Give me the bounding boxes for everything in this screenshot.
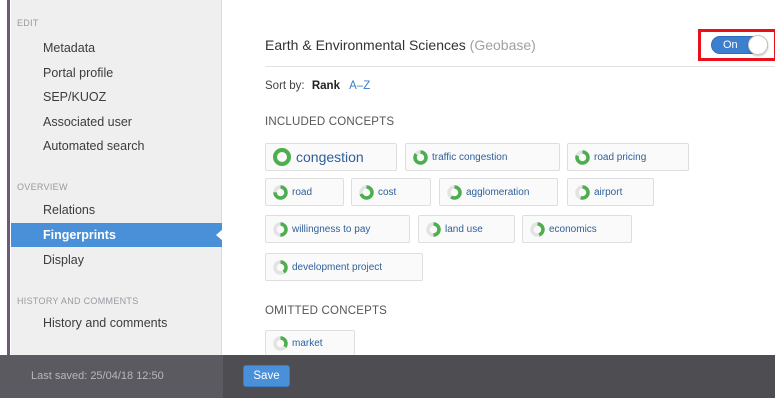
footer-status-area: Last saved: 25/04/18 12:50: [0, 355, 223, 398]
title-divider: [265, 66, 775, 67]
concept-label: airport: [594, 186, 623, 198]
concept-chip[interactable]: airport: [567, 178, 654, 206]
sidebar-item-sep-kuoz[interactable]: SEP/KUOZ: [17, 85, 222, 109]
concept-label: development project: [292, 261, 383, 273]
concept-chip[interactable]: willingness to pay: [265, 215, 410, 243]
concept-chip[interactable]: land use: [418, 215, 515, 243]
sort-option-a-z[interactable]: A–Z: [349, 80, 370, 92]
sidebar-item-relations[interactable]: Relations: [17, 198, 222, 222]
toggle-label: On: [723, 39, 738, 51]
concept-label: market: [292, 337, 323, 349]
toggle-knob[interactable]: [748, 35, 768, 55]
sidebar-item-portal-profile[interactable]: Portal profile: [17, 61, 222, 85]
concept-label: congestion: [296, 149, 364, 165]
concept-weight-donut-icon: [426, 221, 441, 237]
sidebar-item-metadata[interactable]: Metadata: [17, 36, 222, 60]
save-button[interactable]: Save: [243, 365, 290, 387]
sidebar-item-fingerprints[interactable]: Fingerprints: [11, 223, 223, 247]
sidebar-section-overview: OVERVIEW: [17, 182, 68, 192]
sidebar-item-history-and-comments[interactable]: History and comments: [17, 311, 222, 335]
concept-weight-donut-icon: [273, 184, 288, 200]
concept-weight-donut-icon: [273, 335, 288, 351]
toggle-highlight-frame: On: [698, 29, 775, 61]
sort-controls: Sort by: Rank A–Z: [265, 80, 370, 92]
concept-chip[interactable]: market: [265, 330, 355, 355]
concept-label: cost: [378, 186, 397, 198]
omitted-concepts-heading: OMITTED CONCEPTS: [265, 305, 388, 317]
concept-chip[interactable]: agglomeration: [439, 178, 558, 206]
thesaurus-name: Earth & Environmental Sciences: [265, 37, 466, 53]
concept-chip[interactable]: development project: [265, 253, 423, 281]
concept-weight-donut-icon: [273, 221, 288, 237]
concept-weight-donut-icon: [359, 184, 374, 200]
visibility-toggle[interactable]: On: [711, 35, 768, 55]
sidebar: EDIT Metadata Portal profile SEP/KUOZ As…: [11, 0, 223, 355]
sort-option-rank[interactable]: Rank: [312, 80, 340, 92]
concept-label: road: [292, 186, 313, 198]
concept-weight-donut-icon: [413, 149, 428, 165]
concept-weight-donut-icon: [575, 149, 590, 165]
sidebar-section-history: HISTORY AND COMMENTS: [17, 296, 139, 306]
sidebar-item-associated-user[interactable]: Associated user: [17, 110, 222, 134]
last-saved-text: Last saved: 25/04/18 12:50: [31, 370, 164, 382]
sort-label: Sort by:: [265, 80, 305, 92]
concept-label: agglomeration: [466, 186, 530, 198]
concept-chip[interactable]: congestion: [265, 143, 397, 171]
concept-label: economics: [549, 223, 597, 235]
concept-label: traffic congestion: [432, 151, 508, 163]
sidebar-section-edit: EDIT: [17, 18, 39, 28]
concept-weight-donut-icon: [273, 148, 291, 166]
included-concepts-heading: INCLUDED CONCEPTS: [265, 116, 395, 128]
concept-weight-donut-icon: [530, 221, 545, 237]
concept-chip[interactable]: traffic congestion: [405, 143, 560, 171]
concept-weight-donut-icon: [273, 259, 288, 275]
footer-bar: Last saved: 25/04/18 12:50 Save: [0, 355, 775, 398]
concept-label: land use: [445, 223, 483, 235]
left-edge-strip: [0, 0, 10, 355]
concept-label: willingness to pay: [292, 223, 371, 235]
concept-chip[interactable]: road: [265, 178, 344, 206]
concept-label: road pricing: [594, 151, 647, 163]
concept-chip[interactable]: road pricing: [567, 143, 689, 171]
thesaurus-source: (Geobase): [469, 37, 536, 53]
concept-chip[interactable]: cost: [351, 178, 431, 206]
concept-weight-donut-icon: [575, 184, 590, 200]
page-title: Earth & Environmental Sciences (Geobase): [265, 37, 536, 53]
fingerprints-panel: Earth & Environmental Sciences (Geobase)…: [223, 0, 775, 355]
concept-weight-donut-icon: [447, 184, 462, 200]
sidebar-item-automated-search[interactable]: Automated search: [17, 134, 222, 158]
sidebar-item-display[interactable]: Display: [17, 248, 222, 272]
concept-chip[interactable]: economics: [522, 215, 632, 243]
